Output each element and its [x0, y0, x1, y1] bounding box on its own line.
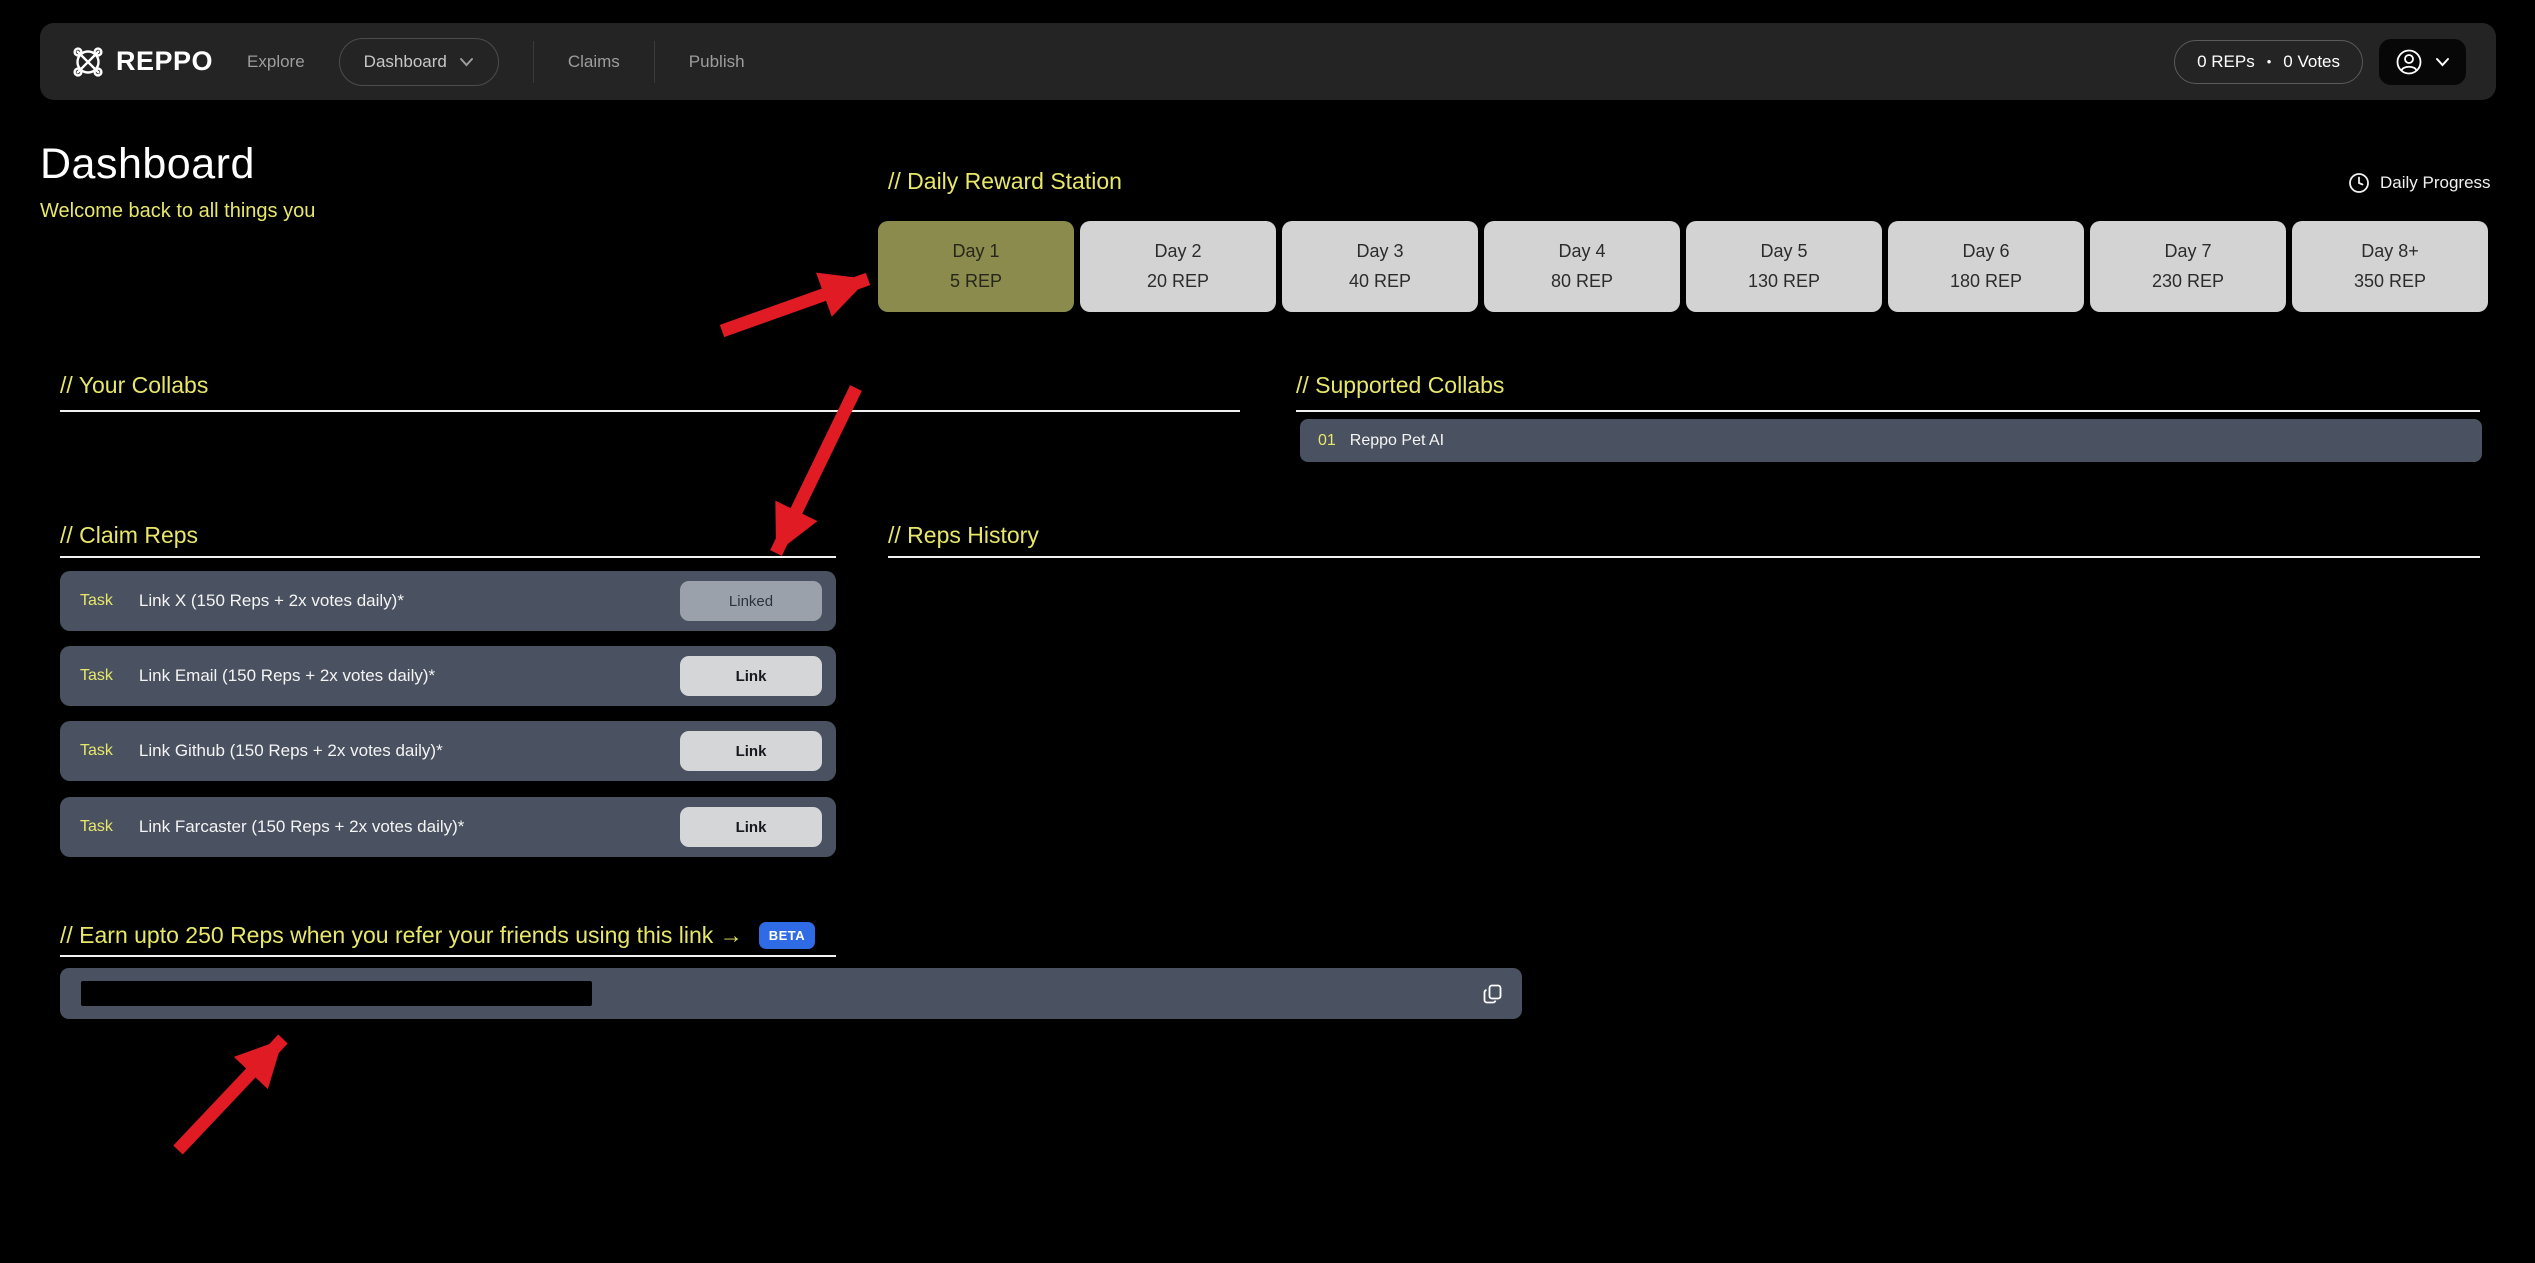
- user-circle-icon: [2395, 48, 2423, 76]
- day-card-7[interactable]: Day 7 230 REP: [2090, 221, 2286, 312]
- collab-name: Reppo Pet AI: [1350, 432, 1444, 450]
- page-title: Dashboard: [40, 140, 255, 189]
- welcome-subtitle: Welcome back to all things you: [40, 200, 315, 223]
- rep-amount: 5 REP: [950, 271, 1002, 292]
- task-label: Link Github (150 Reps + 2x votes daily)*: [139, 741, 443, 761]
- nav-item-dashboard[interactable]: Dashboard: [339, 38, 499, 86]
- linked-button[interactable]: Linked: [680, 581, 822, 621]
- chevron-down-icon: [2435, 57, 2450, 67]
- account-menu-button[interactable]: [2379, 39, 2466, 85]
- rep-amount: 130 REP: [1748, 271, 1820, 292]
- nav-item-explore[interactable]: Explore: [247, 52, 305, 72]
- task-tag: Task: [80, 592, 113, 610]
- rep-amount: 80 REP: [1551, 271, 1613, 292]
- your-collabs-rule: [60, 410, 1240, 412]
- nav-item-dashboard-label: Dashboard: [364, 52, 447, 72]
- nav-divider: [654, 41, 655, 83]
- link-github-button[interactable]: Link: [680, 731, 822, 771]
- day-card-6[interactable]: Day 6 180 REP: [1888, 221, 2084, 312]
- task-tag: Task: [80, 667, 113, 685]
- daily-reward-heading: // Daily Reward Station: [888, 168, 1122, 195]
- copy-link-button[interactable]: [1482, 983, 1504, 1005]
- top-nav: REPPO Explore Dashboard Claims Publish 0…: [40, 23, 2496, 100]
- rep-amount: 40 REP: [1349, 271, 1411, 292]
- reps-history-heading: // Reps History: [888, 522, 1039, 549]
- nav-item-publish[interactable]: Publish: [689, 52, 745, 72]
- your-collabs-heading: // Your Collabs: [60, 372, 208, 399]
- task-tag: Task: [80, 742, 113, 760]
- day-card-1[interactable]: Day 1 5 REP: [878, 221, 1074, 312]
- link-email-button[interactable]: Link: [680, 656, 822, 696]
- day-card-4[interactable]: Day 4 80 REP: [1484, 221, 1680, 312]
- daily-reward-cards: Day 1 5 REP Day 2 20 REP Day 3 40 REP Da…: [878, 221, 2488, 312]
- annotation-arrows: [0, 0, 2535, 1263]
- day-card-3[interactable]: Day 3 40 REP: [1282, 221, 1478, 312]
- day-label: Day 2: [1154, 241, 1201, 262]
- day-label: Day 5: [1760, 241, 1807, 262]
- task-label: Link X (150 Reps + 2x votes daily)*: [139, 591, 404, 611]
- beta-badge: BETA: [759, 922, 815, 949]
- day-label: Day 7: [2164, 241, 2211, 262]
- rep-amount: 350 REP: [2354, 271, 2426, 292]
- reppo-logo[interactable]: REPPO: [70, 44, 213, 80]
- chevron-down-icon: [459, 57, 474, 67]
- reppo-knot-icon: [70, 44, 106, 80]
- rep-amount: 20 REP: [1147, 271, 1209, 292]
- nav-divider: [533, 41, 534, 83]
- task-label: Link Email (150 Reps + 2x votes daily)*: [139, 666, 435, 686]
- task-row-link-x: Task Link X (150 Reps + 2x votes daily)*…: [60, 571, 836, 631]
- daily-progress-label: Daily Progress: [2380, 173, 2491, 193]
- task-row-link-github: Task Link Github (150 Reps + 2x votes da…: [60, 721, 836, 781]
- day-card-8plus[interactable]: Day 8+ 350 REP: [2292, 221, 2488, 312]
- task-row-link-email: Task Link Email (150 Reps + 2x votes dai…: [60, 646, 836, 706]
- rep-amount: 180 REP: [1950, 271, 2022, 292]
- supported-collab-row[interactable]: 01 Reppo Pet AI: [1300, 419, 2482, 462]
- claim-reps-heading: // Claim Reps: [60, 522, 198, 549]
- supported-collabs-rule: [1296, 410, 2480, 412]
- day-label: Day 8+: [2361, 241, 2419, 262]
- day-label: Day 6: [1962, 241, 2009, 262]
- referral-heading: // Earn upto 250 Reps when you refer you…: [60, 922, 743, 949]
- task-row-link-farcaster: Task Link Farcaster (150 Reps + 2x votes…: [60, 797, 836, 857]
- votes-count: 0 Votes: [2283, 52, 2340, 72]
- task-tag: Task: [80, 818, 113, 836]
- referral-heading-row: // Earn upto 250 Reps when you refer you…: [60, 922, 815, 949]
- claim-reps-rule: [60, 556, 836, 558]
- referral-link-field[interactable]: [60, 968, 1522, 1019]
- reps-votes-badge: 0 REPs • 0 Votes: [2174, 40, 2363, 84]
- link-farcaster-button[interactable]: Link: [680, 807, 822, 847]
- copy-icon: [1482, 983, 1504, 1005]
- daily-progress-indicator: Daily Progress: [2348, 172, 2491, 194]
- reps-history-rule: [888, 556, 2480, 558]
- nav-item-claims[interactable]: Claims: [568, 52, 620, 72]
- day-card-5[interactable]: Day 5 130 REP: [1686, 221, 1882, 312]
- referral-rule: [60, 955, 836, 957]
- rep-amount: 230 REP: [2152, 271, 2224, 292]
- clock-icon: [2348, 172, 2370, 194]
- day-label: Day 4: [1558, 241, 1605, 262]
- day-card-2[interactable]: Day 2 20 REP: [1080, 221, 1276, 312]
- brand-name: REPPO: [116, 46, 213, 77]
- day-label: Day 1: [952, 241, 999, 262]
- reps-count: 0 REPs: [2197, 52, 2255, 72]
- day-label: Day 3: [1356, 241, 1403, 262]
- supported-collabs-heading: // Supported Collabs: [1296, 372, 1504, 399]
- dot-separator: •: [2267, 54, 2272, 69]
- task-label: Link Farcaster (150 Reps + 2x votes dail…: [139, 817, 465, 837]
- collab-index: 01: [1318, 432, 1336, 450]
- redacted-link-text: [81, 981, 592, 1006]
